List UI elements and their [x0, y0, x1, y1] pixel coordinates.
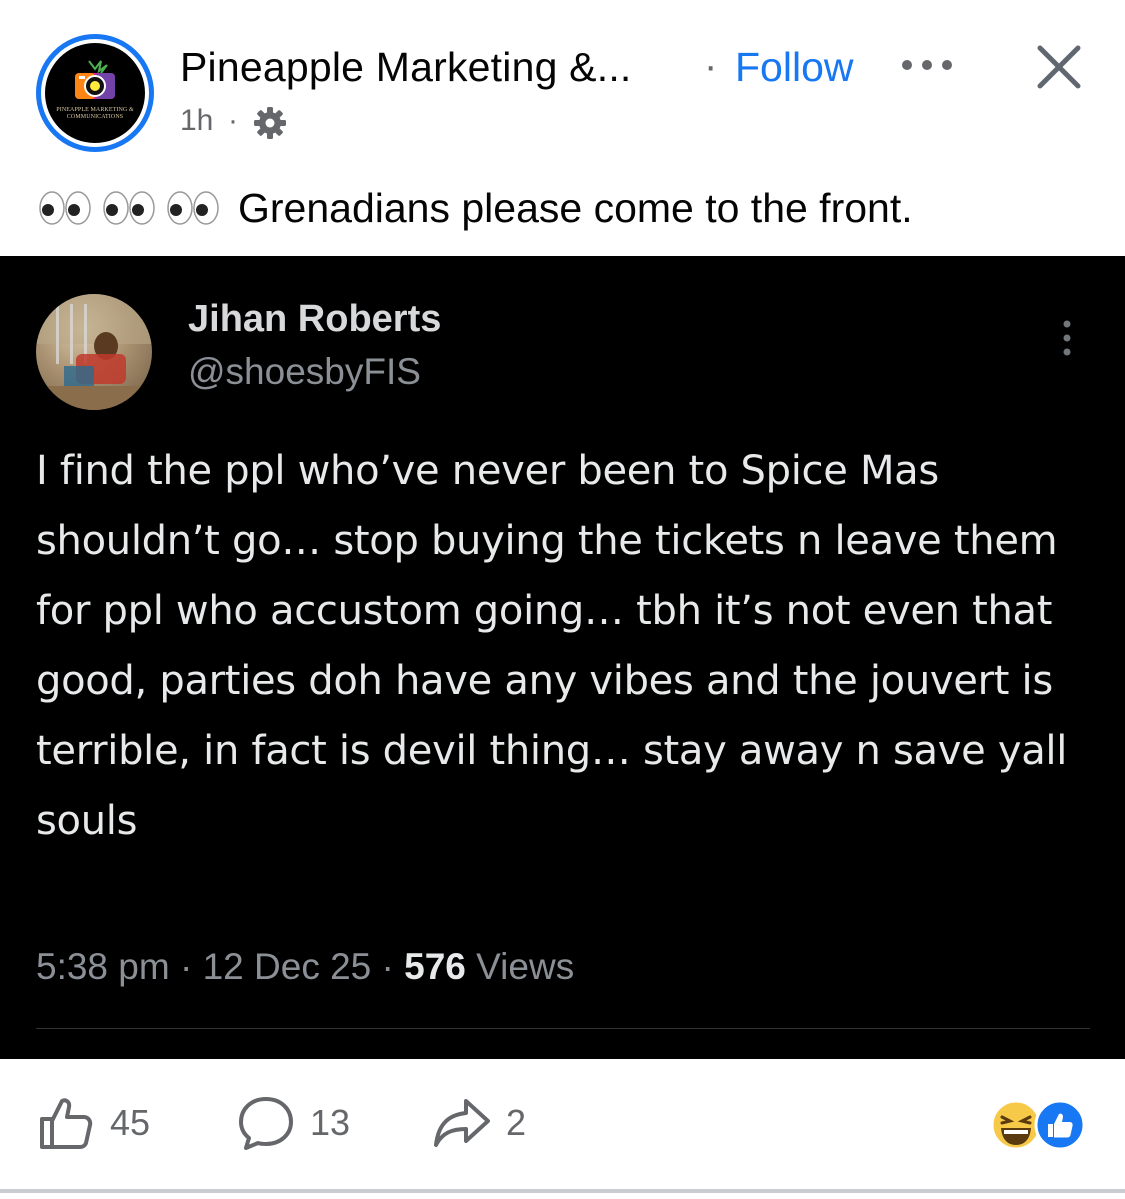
- tweet-date: 12 Dec 25: [202, 946, 372, 987]
- avatar-photo-icon: [36, 294, 152, 410]
- tweet-time: 5:38 pm: [36, 946, 170, 987]
- tweet-author-name: Jihan Roberts: [188, 298, 442, 340]
- laughing-emoji: [990, 1099, 1042, 1151]
- like-count: 45: [110, 1102, 151, 1143]
- tweet-author-handle: @shoesbyFIS: [188, 351, 421, 392]
- like-reaction-icon: [1034, 1099, 1086, 1151]
- post-caption: Grenadians please come to the front.: [38, 180, 913, 236]
- caption-text: Grenadians please come to the front.: [238, 184, 913, 231]
- comment-bubble-icon: [239, 1097, 293, 1150]
- share-count: 2: [506, 1102, 527, 1143]
- pineapple-camera-logo-icon: [75, 60, 115, 99]
- more-options-icon[interactable]: [900, 58, 954, 72]
- meta-separator: ·: [381, 946, 394, 987]
- follow-button[interactable]: Follow: [735, 44, 853, 91]
- page-avatar[interactable]: PINEAPPLE MARKETING & COMMUNICATIONS: [36, 34, 154, 152]
- page-logo: PINEAPPLE MARKETING & COMMUNICATIONS: [45, 43, 145, 143]
- share-button[interactable]: 2: [432, 1093, 526, 1153]
- eyes-emoji: [167, 191, 219, 225]
- tweet-text: I find the ppl who’ve never been to Spic…: [36, 448, 1068, 844]
- share-arrow-icon: [434, 1099, 490, 1147]
- tweet-divider: [36, 1028, 1090, 1029]
- post-header: PINEAPPLE MARKETING & COMMUNICATIONS Pin…: [0, 0, 1125, 160]
- tweet-views-count: 576: [404, 946, 466, 987]
- close-icon[interactable]: [1034, 42, 1084, 92]
- thumbs-up-icon: [40, 1098, 93, 1149]
- like-button[interactable]: 45: [36, 1093, 150, 1153]
- tweet-views-label: Views: [476, 946, 575, 987]
- comment-count: 13: [310, 1102, 351, 1143]
- bottom-divider: [0, 1189, 1125, 1193]
- tweet-more-icon: [1063, 320, 1071, 356]
- comment-button[interactable]: 13: [236, 1093, 350, 1153]
- page-name[interactable]: Pineapple Marketing &...: [180, 44, 632, 91]
- post-timestamp[interactable]: 1h: [180, 104, 213, 138]
- eyes-emoji-group: [38, 190, 220, 226]
- tweet-author-avatar: [36, 294, 152, 410]
- logo-text: PINEAPPLE MARKETING & COMMUNICATIONS: [56, 107, 134, 120]
- meta-separator: ·: [179, 946, 193, 987]
- tweet-meta: 5:38 pm · 12 Dec 25 · 576 Views: [36, 946, 574, 988]
- eyes-emoji: [103, 191, 155, 225]
- timestamp-separator: ·: [228, 104, 238, 137]
- eyes-emoji: [39, 191, 91, 225]
- gear-icon[interactable]: [254, 107, 286, 139]
- reaction-summary[interactable]: [990, 1097, 1090, 1153]
- post-action-bar: 45 13 2: [0, 1060, 1125, 1190]
- header-separator: ·: [704, 44, 718, 88]
- shared-tweet-image[interactable]: Jihan Roberts @shoesbyFIS I find the ppl…: [0, 256, 1125, 1059]
